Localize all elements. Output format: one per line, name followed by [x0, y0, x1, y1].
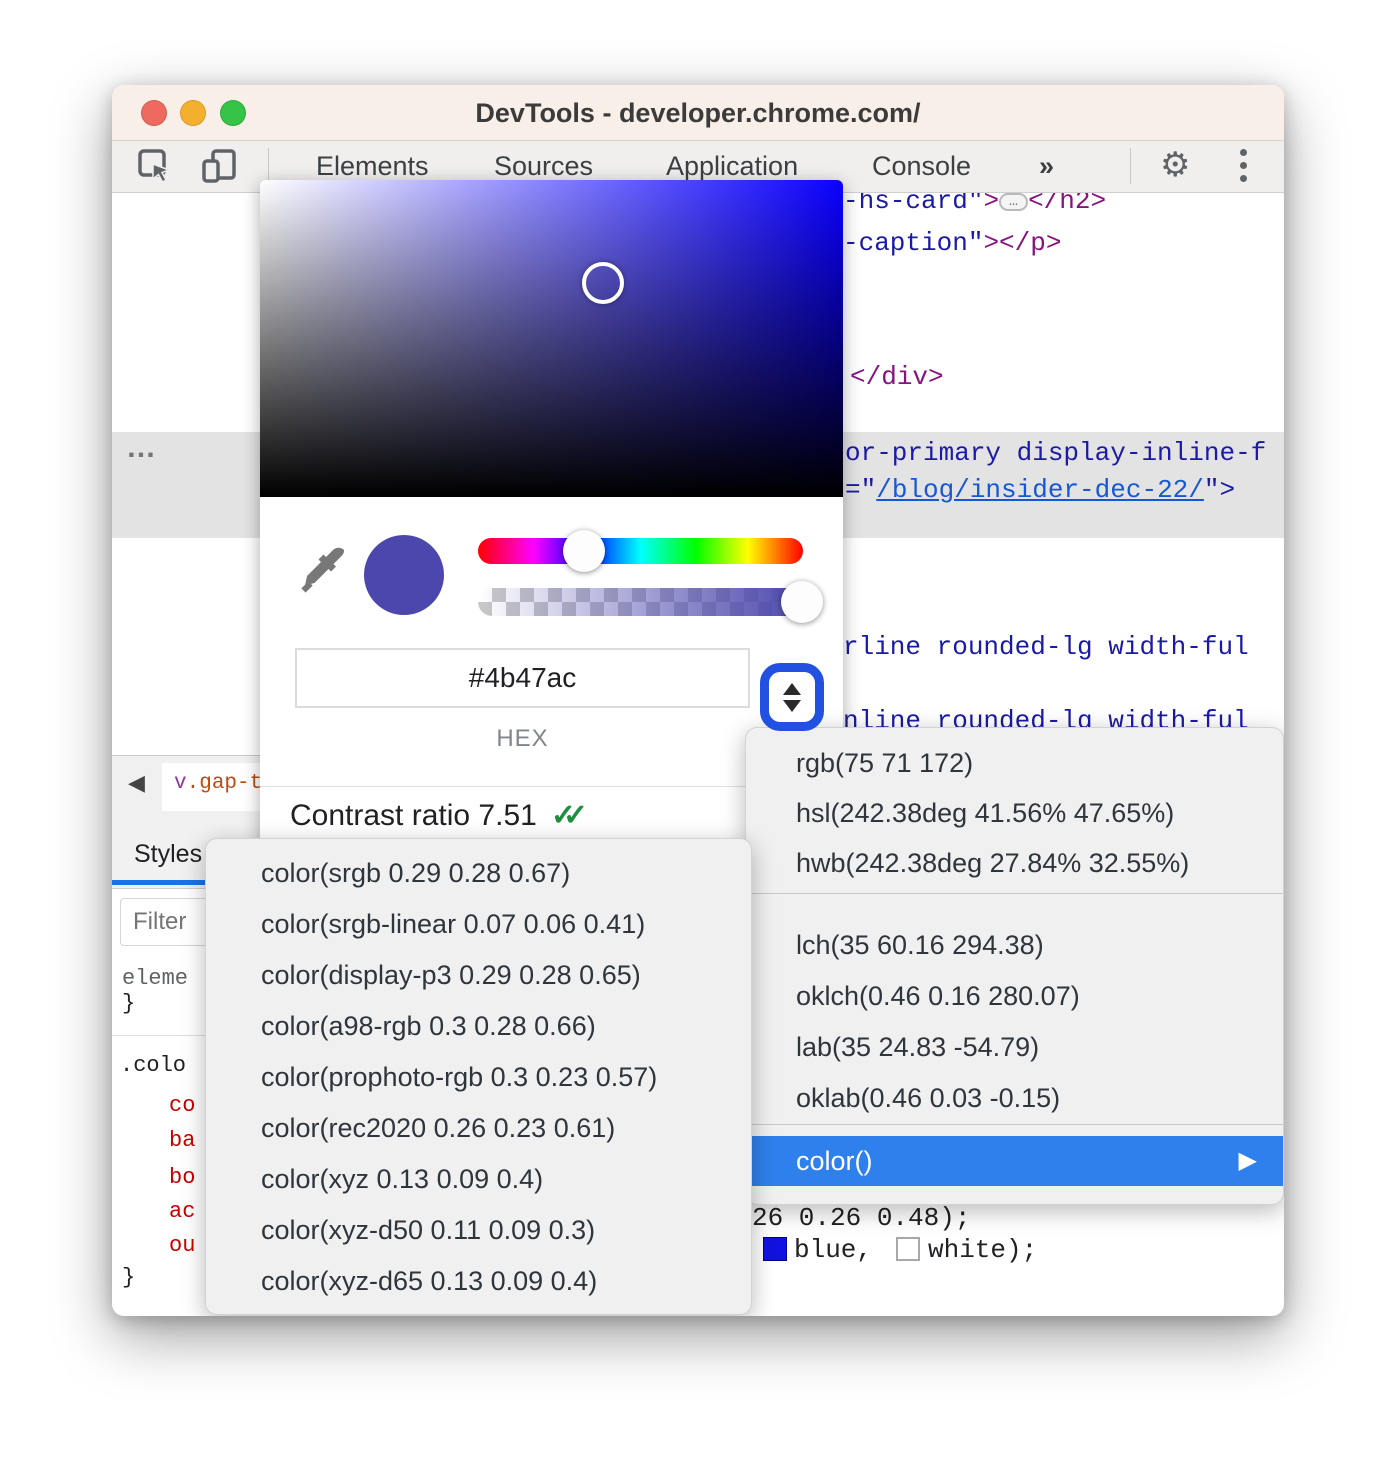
inspect-element-icon[interactable] [136, 147, 174, 185]
devtools-window: DevTools - developer.chrome.com/ Element… [112, 85, 1284, 1316]
color-function-submenu: color(srgb 0.29 0.28 0.67) color(srgb-li… [205, 838, 752, 1315]
menu-separator [746, 893, 1283, 894]
tab-sources[interactable]: Sources [494, 151, 593, 182]
color-format-menu: rgb(75 71 172) hsl(242.38deg 41.56% 47.6… [745, 727, 1284, 1205]
submenu-arrow-icon: ▶ [1239, 1136, 1257, 1186]
format-toggle-annotation-ring [760, 663, 824, 731]
hue-slider[interactable] [478, 538, 803, 564]
contrast-ratio-label: Contrast ratio [290, 799, 470, 832]
submenu-item-rec2020[interactable]: color(rec2020 0.26 0.23 0.61) [206, 1103, 751, 1154]
menu-item-lch[interactable]: lch(35 60.16 294.38) [746, 920, 1283, 970]
submenu-item-xyz-d50[interactable]: color(xyz-d50 0.11 0.09 0.3) [206, 1205, 751, 1256]
menu-item-oklab[interactable]: oklab(0.46 0.03 -0.15) [746, 1073, 1283, 1123]
toggle-up-icon[interactable] [783, 683, 801, 695]
submenu-item-srgb-linear[interactable]: color(srgb-linear 0.07 0.06 0.41) [206, 899, 751, 950]
css-property[interactable]: ba [169, 1128, 195, 1153]
format-label: HEX [295, 725, 750, 753]
more-options-icon[interactable] [1240, 149, 1247, 182]
element-style-rule[interactable]: eleme [122, 966, 188, 991]
toolbar-separator [268, 148, 269, 184]
hue-slider-handle[interactable] [563, 530, 605, 572]
tab-elements[interactable]: Elements [316, 151, 429, 182]
submenu-item-xyz-d65[interactable]: color(xyz-d65 0.13 0.09 0.4) [206, 1256, 751, 1307]
menu-item-hsl[interactable]: hsl(242.38deg 41.56% 47.65%) [746, 788, 1283, 838]
css-value-fragment[interactable]: 26 0.26 0.48); [752, 1203, 970, 1233]
tab-application[interactable]: Application [666, 151, 798, 182]
submenu-item-srgb[interactable]: color(srgb 0.29 0.28 0.67) [206, 848, 751, 899]
window-title: DevTools - developer.chrome.com/ [112, 98, 1284, 129]
more-tabs-icon[interactable]: » [1039, 151, 1054, 182]
css-value-keyword[interactable]: white); [928, 1235, 1037, 1265]
submenu-item-prophoto-rgb[interactable]: color(prophoto-rgb 0.3 0.23 0.57) [206, 1052, 751, 1103]
menu-item-lab[interactable]: lab(35 24.83 -54.79) [746, 1022, 1283, 1072]
attr-close: "> [1204, 475, 1235, 505]
href-link[interactable]: /blog/insider-dec-22/ [876, 475, 1204, 505]
gradient-cursor[interactable] [582, 262, 624, 304]
screenshot-canvas: DevTools - developer.chrome.com/ Element… [0, 0, 1398, 1464]
current-color-swatch[interactable] [364, 535, 444, 615]
attr-value: or-primary display-inline-f [845, 438, 1266, 468]
css-property[interactable]: ou [169, 1233, 195, 1258]
expand-ellipsis-button[interactable]: … [999, 193, 1028, 211]
rule-close-brace: } [122, 1265, 135, 1290]
saturation-lightness-gradient[interactable] [260, 180, 843, 497]
color-swatch-blue[interactable] [763, 1237, 787, 1261]
breadcrumb-node-label[interactable]: v.gap-t [174, 772, 262, 795]
tab-console[interactable]: Console [872, 151, 971, 182]
css-value-keyword[interactable]: blue, [794, 1235, 872, 1265]
hidden-children-ellipsis[interactable]: … [126, 431, 158, 465]
dom-selected-line1[interactable]: or-primary display-inline-f [845, 437, 1266, 469]
settings-gear-icon[interactable]: ⚙ [1160, 146, 1190, 184]
css-property[interactable]: bo [169, 1165, 195, 1190]
menu-item-hwb[interactable]: hwb(242.38deg 27.84% 32.55%) [746, 838, 1283, 888]
alpha-gradient [478, 588, 805, 616]
color-swatch-white[interactable] [896, 1237, 920, 1261]
toggle-down-icon[interactable] [783, 700, 801, 712]
toolbar-separator [1130, 148, 1131, 184]
dom-line-div-close[interactable]: </div> [850, 361, 944, 393]
submenu-item-a98-rgb[interactable]: color(a98-rgb 0.3 0.28 0.66) [206, 1001, 751, 1052]
submenu-item-display-p3[interactable]: color(display-p3 0.29 0.28 0.65) [206, 950, 751, 1001]
contrast-ratio-value: 7.51 [478, 799, 536, 832]
rule-close-brace: } [122, 991, 135, 1016]
attr-value: -caption" [843, 228, 983, 258]
dom-line-class1[interactable]: rline rounded-lg width-ful [843, 631, 1249, 663]
device-toolbar-icon[interactable] [200, 147, 238, 185]
css-property[interactable]: co [169, 1093, 195, 1118]
css-property[interactable]: ac [169, 1199, 195, 1224]
dom-selected-line2[interactable]: ="/blog/insider-dec-22/"> [845, 474, 1235, 506]
hex-value-input[interactable] [295, 648, 750, 708]
alpha-slider[interactable] [478, 588, 805, 616]
breadcrumb-back-icon[interactable]: ◀ [128, 770, 145, 796]
dom-line-p[interactable]: -caption"></p> [843, 227, 1061, 259]
alpha-slider-handle[interactable] [781, 581, 823, 623]
eyedropper-icon[interactable] [300, 546, 348, 594]
contrast-ratio-row[interactable]: Contrast ratio 7.51 ✓✓ [290, 798, 588, 833]
breadcrumb-class: .gap-t [187, 772, 263, 795]
menu-separator [746, 1124, 1283, 1125]
title-bar: DevTools - developer.chrome.com/ [112, 85, 1284, 141]
tab-styles[interactable]: Styles [134, 840, 202, 869]
contrast-pass-checkmarks-icon: ✓✓ [551, 799, 588, 832]
menu-item-rgb[interactable]: rgb(75 71 172) [746, 738, 1283, 788]
submenu-item-xyz[interactable]: color(xyz 0.13 0.09 0.4) [206, 1154, 751, 1205]
css-selector[interactable]: .colo [120, 1053, 186, 1078]
menu-item-oklch[interactable]: oklch(0.46 0.16 280.07) [746, 971, 1283, 1021]
menu-item-color-function[interactable]: color() ▶ [746, 1136, 1283, 1186]
menu-item-label: color() [796, 1146, 873, 1176]
breadcrumb-tag: v [174, 772, 187, 795]
attr-equals: =" [845, 475, 876, 505]
closing-tag: ></p> [983, 228, 1061, 258]
